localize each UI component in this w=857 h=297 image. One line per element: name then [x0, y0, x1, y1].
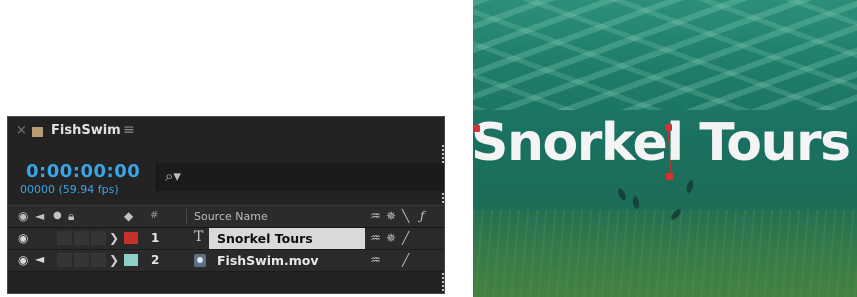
shy-switch-icon[interactable]: ♒: [370, 231, 381, 245]
close-icon[interactable]: ×: [16, 123, 27, 138]
source-name-column[interactable]: Source Name: [194, 210, 268, 223]
text-layer-preview[interactable]: Snorkel Tours: [473, 113, 851, 173]
footage-icon: [194, 254, 206, 267]
lock-toggle[interactable]: [74, 231, 89, 245]
label-tag-icon[interactable]: ◆: [124, 209, 133, 223]
layer-label-color[interactable]: [124, 232, 138, 244]
tab-title[interactable]: FishSwim: [51, 123, 121, 138]
lock-icon[interactable]: 🔒︎: [68, 209, 74, 224]
chevron-right-icon[interactable]: ❯: [109, 253, 119, 267]
audio-icon[interactable]: ◄: [35, 209, 44, 223]
layer-name[interactable]: FishSwim.mov: [209, 250, 327, 271]
layer-number-column[interactable]: #: [150, 210, 158, 221]
effects-switch-icon[interactable]: ƒ: [420, 209, 424, 223]
audio-icon[interactable]: ◄: [35, 252, 44, 266]
layer-column-header: ◉ ◄ ● 🔒︎ ◆ # Source Name ♒ ✵ ╲ ƒ: [8, 205, 444, 228]
layer-row[interactable]: ◉ ❯ 1 T Snorkel Tours ♒ ✵ ╱: [8, 228, 444, 250]
composition-color-swatch: [32, 127, 43, 137]
quality-switch-icon[interactable]: ╱: [402, 231, 409, 245]
solo-toggle[interactable]: [57, 253, 72, 267]
quality-switch-icon[interactable]: ╲: [402, 209, 409, 223]
search-icon[interactable]: ⌕▾: [165, 167, 181, 185]
lock-toggle[interactable]: [74, 253, 89, 267]
solo-toggle[interactable]: [57, 231, 72, 245]
chevron-right-icon[interactable]: ❯: [109, 231, 119, 245]
eye-icon[interactable]: ◉: [18, 253, 28, 267]
shy-toggle[interactable]: [91, 231, 106, 245]
text-layer-icon: T: [194, 229, 204, 245]
layer-label-color[interactable]: [124, 254, 138, 266]
layer-row[interactable]: ◉ ◄ ❯ 2 FishSwim.mov ♒ ╱: [8, 250, 444, 272]
collapse-switch-icon[interactable]: ✵: [386, 209, 396, 223]
layer-handle[interactable]: [473, 125, 480, 132]
layer-handle[interactable]: [665, 124, 672, 131]
eye-icon[interactable]: ◉: [18, 209, 28, 223]
layer-search-field[interactable]: ⌕▾: [156, 163, 444, 191]
layer-handle[interactable]: [666, 173, 673, 180]
timeline-tab[interactable]: × FishSwim ≡: [8, 117, 444, 145]
solo-icon[interactable]: ●: [53, 210, 62, 221]
collapse-switch-icon[interactable]: ✵: [386, 231, 396, 245]
shy-switch-icon[interactable]: ♒: [370, 209, 381, 223]
eye-icon[interactable]: ◉: [18, 231, 28, 245]
layer-name[interactable]: Snorkel Tours: [209, 228, 365, 249]
column-divider: [186, 209, 187, 224]
shy-toggle[interactable]: [91, 253, 106, 267]
layer-number: 1: [151, 231, 160, 245]
panel-menu-icon[interactable]: ≡: [123, 122, 135, 138]
shy-switch-icon[interactable]: ♒: [370, 253, 381, 267]
composition-viewer[interactable]: Snorkel Tours: [473, 0, 857, 297]
quality-switch-icon[interactable]: ╱: [402, 253, 409, 267]
timeline-panel: × FishSwim ≡ 0:00:00:00 00000 (59.94 fps…: [7, 116, 445, 294]
frame-readout: 00000 (59.94 fps): [20, 183, 119, 196]
current-time-display[interactable]: 0:00:00:00: [26, 161, 140, 182]
layer-number: 2: [151, 253, 160, 267]
